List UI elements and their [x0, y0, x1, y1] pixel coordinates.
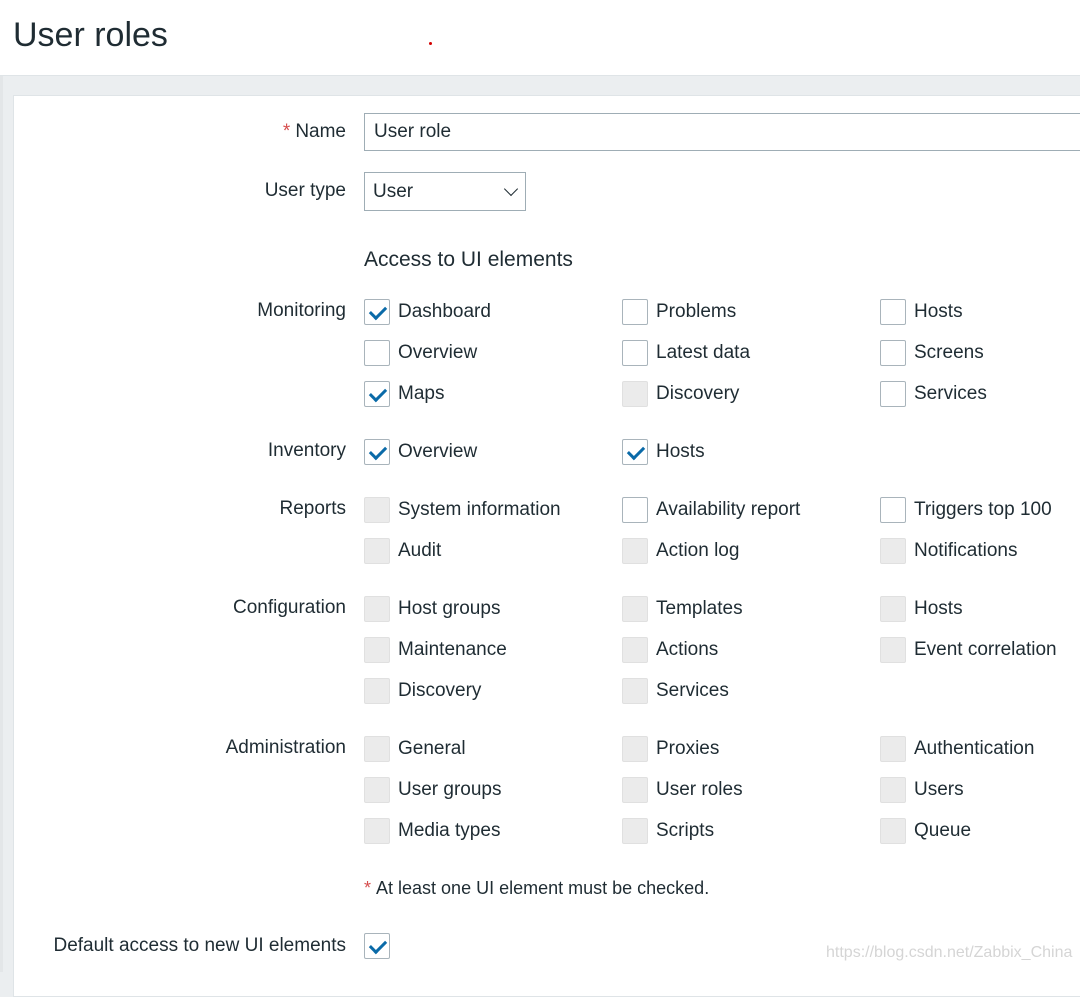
checkbox-authentication: [880, 736, 906, 762]
checkbox-label[interactable]: Hosts: [656, 441, 705, 463]
checkbox-screens[interactable]: [880, 340, 906, 366]
checkbox-label[interactable]: Scripts: [656, 820, 714, 842]
checkbox-label[interactable]: Services: [656, 680, 729, 702]
section-title: Access to UI elements: [364, 248, 573, 271]
checkbox-label[interactable]: Discovery: [398, 680, 481, 702]
checkbox-label[interactable]: Overview: [398, 342, 477, 364]
checkbox-dashboard[interactable]: [364, 299, 390, 325]
checkbox-queue: [880, 818, 906, 844]
checkbox-label[interactable]: Notifications: [914, 540, 1018, 562]
checkbox-label[interactable]: Audit: [398, 540, 441, 562]
checkbox-label[interactable]: Maps: [398, 383, 444, 405]
checkbox-label[interactable]: Problems: [656, 301, 736, 323]
red-dot: [429, 42, 432, 45]
group-label-inventory: Inventory: [267, 440, 346, 461]
checkbox-triggers-top-100[interactable]: [880, 497, 906, 523]
required-mark: *: [282, 121, 291, 142]
checkbox-label[interactable]: Media types: [398, 820, 500, 842]
name-label: * Name: [283, 121, 346, 143]
checkbox-media-types: [364, 818, 390, 844]
checkbox-audit: [364, 538, 390, 564]
group-label-configuration: Configuration: [232, 597, 346, 618]
checkbox-hosts: [880, 596, 906, 622]
note-text: At least one UI element must be checked.: [376, 878, 710, 898]
checkbox-label[interactable]: Queue: [914, 820, 971, 842]
page-title: User roles: [13, 16, 168, 54]
group-label-reports: Reports: [279, 498, 346, 519]
checkbox-label[interactable]: Templates: [656, 598, 743, 620]
checkbox-label[interactable]: Dashboard: [398, 301, 491, 323]
checkbox-actions: [622, 637, 648, 663]
checkbox-templates: [622, 596, 648, 622]
user-type-label: User type: [264, 180, 346, 201]
checkbox-discovery: [622, 381, 648, 407]
checkbox-label[interactable]: Discovery: [656, 383, 739, 405]
default-access-label: Default access to new UI elements: [53, 935, 346, 956]
checkbox-label[interactable]: System information: [398, 499, 561, 521]
checkbox-label[interactable]: Hosts: [914, 301, 963, 323]
checkbox-services: [622, 678, 648, 704]
checkbox-proxies: [622, 736, 648, 762]
checkbox-label[interactable]: User roles: [656, 779, 743, 801]
checkbox-event-correlation: [880, 637, 906, 663]
checkbox-label[interactable]: Event correlation: [914, 639, 1057, 661]
checkbox-label[interactable]: Maintenance: [398, 639, 507, 661]
checkbox-overview[interactable]: [364, 340, 390, 366]
page-header: User roles: [0, 0, 1080, 76]
checkbox-hosts[interactable]: [880, 299, 906, 325]
checkbox-label[interactable]: Hosts: [914, 598, 963, 620]
checkbox-label[interactable]: User groups: [398, 779, 502, 801]
name-label-text: Name: [295, 121, 346, 142]
checkbox-label[interactable]: Availability report: [656, 499, 800, 521]
checkbox-label[interactable]: Host groups: [398, 598, 500, 620]
checkbox-label[interactable]: Proxies: [656, 738, 719, 760]
checkbox-label[interactable]: Triggers top 100: [914, 499, 1052, 521]
checkbox-overview[interactable]: [364, 439, 390, 465]
checkbox-users: [880, 777, 906, 803]
checkbox-label[interactable]: Services: [914, 383, 987, 405]
checkbox-user-roles: [622, 777, 648, 803]
checkbox-label[interactable]: General: [398, 738, 466, 760]
checkbox-host-groups: [364, 596, 390, 622]
left-edge: [0, 0, 3, 972]
checkbox-scripts: [622, 818, 648, 844]
checkbox-label[interactable]: Action log: [656, 540, 739, 562]
checkbox-label[interactable]: Actions: [656, 639, 718, 661]
checkbox-availability-report[interactable]: [622, 497, 648, 523]
checkbox-services[interactable]: [880, 381, 906, 407]
checkbox-hosts[interactable]: [622, 439, 648, 465]
name-input[interactable]: [364, 113, 1080, 151]
checkbox-label[interactable]: Screens: [914, 342, 984, 364]
group-label-monitoring: Monitoring: [257, 300, 346, 321]
checkbox-general: [364, 736, 390, 762]
required-mark: *: [364, 878, 372, 898]
checkbox-label[interactable]: Latest data: [656, 342, 750, 364]
default-access-checkbox[interactable]: [364, 933, 390, 959]
user-type-value: User: [373, 181, 414, 202]
checkbox-problems[interactable]: [622, 299, 648, 325]
checkbox-system-information: [364, 497, 390, 523]
checkbox-maps[interactable]: [364, 381, 390, 407]
checkbox-label[interactable]: Users: [914, 779, 964, 801]
watermark: https://blog.csdn.net/Zabbix_China: [826, 944, 1073, 961]
checkbox-maintenance: [364, 637, 390, 663]
checkbox-notifications: [880, 538, 906, 564]
checkbox-action-log: [622, 538, 648, 564]
user-type-select[interactable]: User: [364, 172, 526, 211]
checkbox-discovery: [364, 678, 390, 704]
checkbox-label[interactable]: Authentication: [914, 738, 1034, 760]
checkbox-user-groups: [364, 777, 390, 803]
group-label-administration: Administration: [225, 737, 346, 758]
required-note: * At least one UI element must be checked…: [364, 878, 709, 899]
checkbox-label[interactable]: Overview: [398, 441, 477, 463]
chevron-down-icon: [503, 181, 519, 197]
checkbox-latest-data[interactable]: [622, 340, 648, 366]
